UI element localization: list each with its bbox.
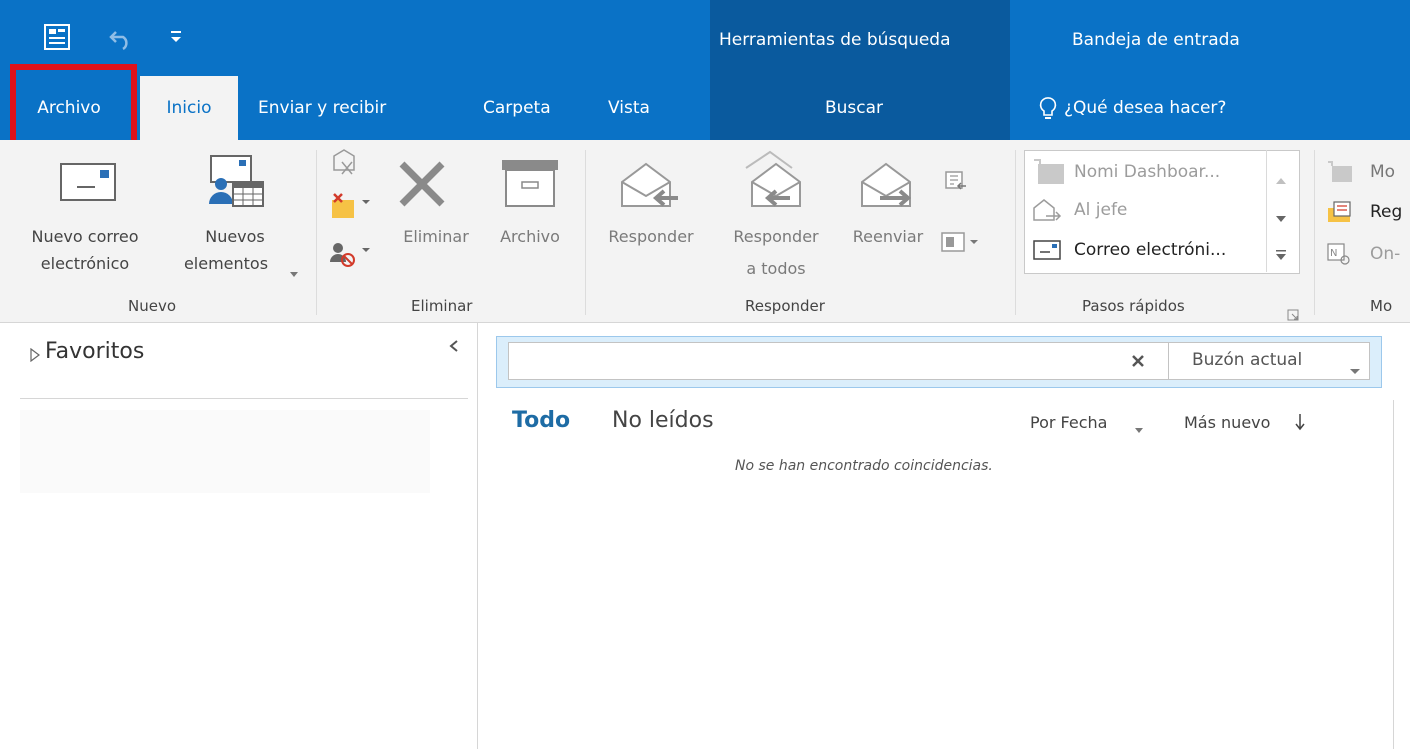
folder-pane xyxy=(0,323,477,749)
junk-icon[interactable] xyxy=(330,240,372,270)
quick-step-item[interactable]: Al jefe xyxy=(1074,200,1127,220)
divider xyxy=(477,323,478,749)
ignore-icon[interactable] xyxy=(330,148,358,176)
new-email-label-2[interactable]: electrónico xyxy=(10,251,160,276)
move-icon xyxy=(1326,160,1352,184)
delete-icon xyxy=(397,160,447,208)
empty-results-message: No se han encontrado coincidencias. xyxy=(735,458,993,474)
clear-search-icon[interactable] xyxy=(1130,353,1146,369)
favorites-list xyxy=(20,410,430,493)
collapse-pane-icon[interactable] xyxy=(448,338,460,352)
customize-qat-icon[interactable] xyxy=(168,27,184,47)
new-email-label-1[interactable]: Nuevo correo xyxy=(10,224,160,249)
dashboard-icon xyxy=(1032,158,1066,186)
archive-icon xyxy=(500,158,560,210)
group-separator xyxy=(1015,150,1016,315)
filter-all[interactable]: Todo xyxy=(512,408,570,433)
search-scope-dropdown[interactable]: Buzón actual xyxy=(1192,350,1302,370)
archive-label[interactable]: Archivo xyxy=(480,224,580,249)
onenote-icon: N xyxy=(1326,242,1352,266)
reply-all-label-2[interactable]: a todos xyxy=(718,256,834,281)
new-items-icon xyxy=(203,152,267,212)
group-label-nuevo: Nuevo xyxy=(128,297,177,315)
delete-label[interactable]: Eliminar xyxy=(386,224,486,249)
filter-unread[interactable]: No leídos xyxy=(612,408,714,433)
group-separator xyxy=(1314,150,1315,315)
tab-inicio[interactable]: Inicio xyxy=(140,76,238,140)
move-item[interactable]: Mo xyxy=(1370,162,1395,182)
new-items-label-2[interactable]: elementos xyxy=(166,251,286,276)
sort-order[interactable]: Más nuevo xyxy=(1184,413,1270,432)
quick-step-item[interactable]: Nomi Dashboar... xyxy=(1074,162,1220,182)
forward-label[interactable]: Reenviar xyxy=(838,224,938,249)
divider xyxy=(1393,400,1394,749)
divider xyxy=(1168,342,1169,380)
group-label-mover: Mo xyxy=(1370,297,1393,315)
reply-all-label-1[interactable]: Responder xyxy=(718,224,834,249)
quick-step-item[interactable]: Correo electróni... xyxy=(1074,240,1226,260)
meeting-reply-icon[interactable] xyxy=(944,170,968,192)
reply-icon xyxy=(618,160,680,212)
group-label-eliminar: Eliminar xyxy=(411,297,473,315)
group-separator xyxy=(585,150,586,315)
tab-enviar-recibir[interactable]: Enviar y recibir xyxy=(258,76,386,140)
reply-all-icon xyxy=(742,148,814,212)
move-item[interactable]: On- xyxy=(1370,244,1400,264)
new-items-label-1[interactable]: Nuevos xyxy=(180,224,290,249)
chevron-down-icon[interactable] xyxy=(1135,419,1143,433)
chevron-up-icon[interactable] xyxy=(1276,170,1286,184)
context-tab-title: Herramientas de búsqueda xyxy=(719,30,951,50)
chevron-down-icon[interactable] xyxy=(1350,360,1360,374)
group-separator xyxy=(316,150,317,315)
group-label-quick-steps: Pasos rápidos xyxy=(1082,297,1185,315)
chevron-down-icon[interactable] xyxy=(290,263,298,277)
divider xyxy=(20,398,468,399)
tell-me-search[interactable]: ¿Qué desea hacer? xyxy=(1064,76,1226,140)
dialog-launcher-icon[interactable] xyxy=(1287,306,1299,321)
favorites-header[interactable]: Favoritos xyxy=(45,339,144,364)
to-manager-icon xyxy=(1032,198,1062,224)
forward-icon xyxy=(858,160,920,212)
tab-buscar[interactable]: Buscar xyxy=(825,76,883,140)
sort-by-dropdown[interactable]: Por Fecha xyxy=(1030,413,1107,432)
rules-icon xyxy=(1326,200,1352,224)
clean-up-icon[interactable] xyxy=(330,192,370,222)
move-item[interactable]: Reg xyxy=(1370,202,1402,222)
search-input[interactable] xyxy=(512,345,1116,379)
chevron-right-icon[interactable] xyxy=(30,347,40,363)
tab-vista[interactable]: Vista xyxy=(608,76,650,140)
more-respond-icon[interactable] xyxy=(940,230,980,254)
group-label-responder: Responder xyxy=(745,297,825,315)
svg-text:N: N xyxy=(1330,248,1337,259)
tab-carpeta[interactable]: Carpeta xyxy=(483,76,551,140)
lightbulb-icon xyxy=(1038,96,1058,122)
undo-icon[interactable] xyxy=(108,24,134,51)
chevron-down-icon[interactable] xyxy=(1276,208,1286,222)
new-email-icon xyxy=(59,162,119,204)
team-email-icon xyxy=(1032,238,1062,262)
reply-label[interactable]: Responder xyxy=(593,224,709,249)
window-title: Bandeja de entrada xyxy=(1072,30,1240,50)
arrow-down-icon[interactable] xyxy=(1294,413,1306,431)
send-receive-icon[interactable] xyxy=(42,22,72,52)
gallery-more-icon[interactable] xyxy=(1276,246,1286,260)
